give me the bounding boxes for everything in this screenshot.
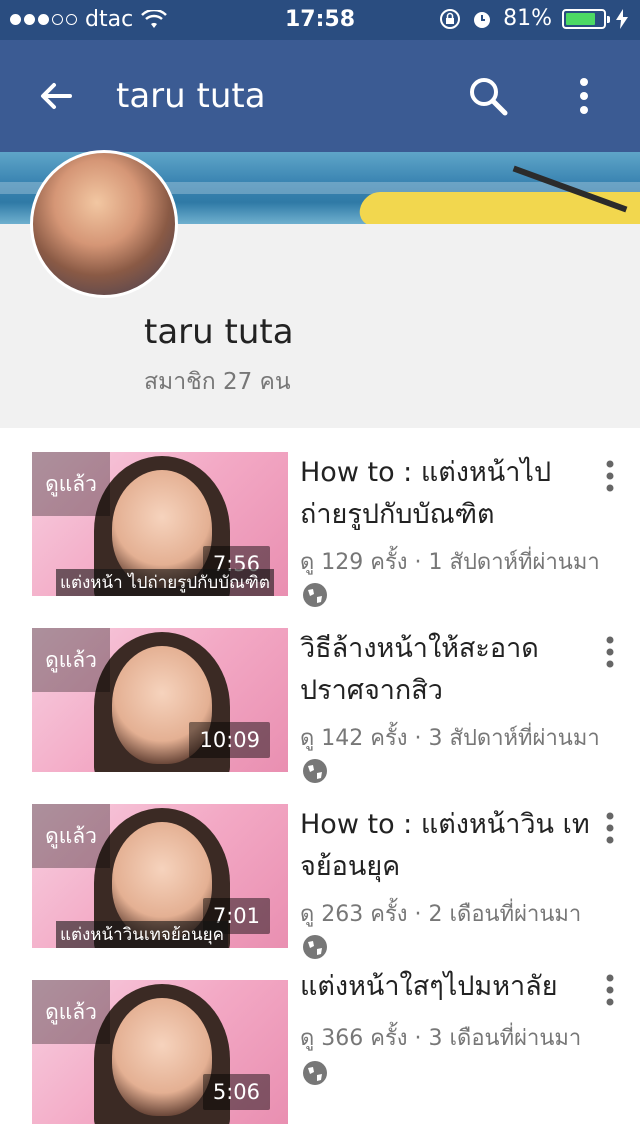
charging-icon bbox=[616, 8, 628, 29]
video-title[interactable]: แต่งหน้าใสๆไปมหาลัย bbox=[300, 966, 590, 1008]
video-meta: ดู 129 ครั้ง · 1 สัปดาห์ที่ผ่านมา bbox=[300, 550, 600, 575]
channel-avatar[interactable] bbox=[30, 150, 178, 298]
app-bar: taru tuta bbox=[0, 40, 640, 152]
video-title[interactable]: How to : แต่งหน้าไป ถ่ายรูปกับบัณฑิต bbox=[300, 452, 590, 536]
back-arrow-icon[interactable] bbox=[34, 74, 78, 118]
status-bar: dtac 17:58 81% bbox=[0, 0, 640, 40]
video-menu-icon[interactable] bbox=[596, 634, 624, 670]
watched-badge: ดูแล้ว bbox=[32, 980, 110, 1044]
watched-badge: ดูแล้ว bbox=[32, 452, 110, 516]
app-bar-title: taru tuta bbox=[116, 76, 266, 116]
video-menu-icon[interactable] bbox=[596, 972, 624, 1008]
thumbnail-caption: แต่งหน้าวินเทจย้อนยุค bbox=[56, 921, 228, 948]
video-duration: 5:06 bbox=[202, 1074, 270, 1110]
video-meta: ดู 263 ครั้ง · 2 เดือนที่ผ่านมา bbox=[300, 902, 582, 927]
video-title[interactable]: How to : แต่งหน้าวิน เทจย้อนยุค bbox=[300, 804, 590, 888]
video-thumbnail[interactable]: ดูแล้ว 5:06 bbox=[32, 980, 288, 1124]
video-meta: ดู 142 ครั้ง · 3 สัปดาห์ที่ผ่านมา bbox=[300, 726, 600, 751]
video-thumbnail[interactable]: ดูแล้ว 7:56 แต่งหน้า ไปถ่ายรูปกับบัณฑิต bbox=[32, 452, 288, 596]
video-thumbnail[interactable]: ดูแล้ว 7:01 แต่งหน้าวินเทจย้อนยุค bbox=[32, 804, 288, 948]
battery-percent: 81% bbox=[503, 6, 552, 31]
globe-icon bbox=[303, 1061, 327, 1085]
video-item[interactable]: ดูแล้ว 5:06 แต่งหน้าใสๆไปมหาลัย ดู 366 ค… bbox=[0, 958, 640, 1128]
thumbnail-caption: แต่งหน้า ไปถ่ายรูปกับบัณฑิต bbox=[56, 569, 274, 596]
video-meta: ดู 366 ครั้ง · 3 เดือนที่ผ่านมา bbox=[300, 1026, 582, 1051]
video-title[interactable]: วิธีล้างหน้าให้สะอาด ปราศจากสิว bbox=[300, 628, 590, 712]
rotation-lock-icon bbox=[440, 8, 461, 29]
more-vert-icon[interactable] bbox=[566, 74, 602, 118]
channel-name: taru tuta bbox=[144, 312, 294, 352]
video-item[interactable]: ดูแล้ว 10:09 วิธีล้างหน้าให้สะอาด ปราศจา… bbox=[0, 606, 640, 783]
video-menu-icon[interactable] bbox=[596, 810, 624, 846]
globe-icon bbox=[303, 759, 327, 783]
status-right: 81% bbox=[439, 6, 628, 31]
globe-icon bbox=[303, 583, 327, 607]
watched-badge: ดูแล้ว bbox=[32, 628, 110, 692]
video-menu-icon[interactable] bbox=[596, 458, 624, 494]
video-item[interactable]: ดูแล้ว 7:01 แต่งหน้าวินเทจย้อนยุค How to… bbox=[0, 782, 640, 959]
subscriber-count: สมาชิก 27 คน bbox=[144, 369, 291, 395]
video-duration: 10:09 bbox=[189, 722, 270, 758]
battery-icon bbox=[562, 8, 610, 29]
battery-fill bbox=[566, 12, 596, 25]
video-item[interactable]: ดูแล้ว 7:56 แต่งหน้า ไปถ่ายรูปกับบัณฑิต … bbox=[0, 430, 640, 607]
alarm-icon bbox=[474, 11, 491, 28]
globe-icon bbox=[303, 935, 327, 959]
watched-badge: ดูแล้ว bbox=[32, 804, 110, 868]
video-thumbnail[interactable]: ดูแล้ว 10:09 bbox=[32, 628, 288, 772]
search-icon[interactable] bbox=[466, 74, 510, 118]
